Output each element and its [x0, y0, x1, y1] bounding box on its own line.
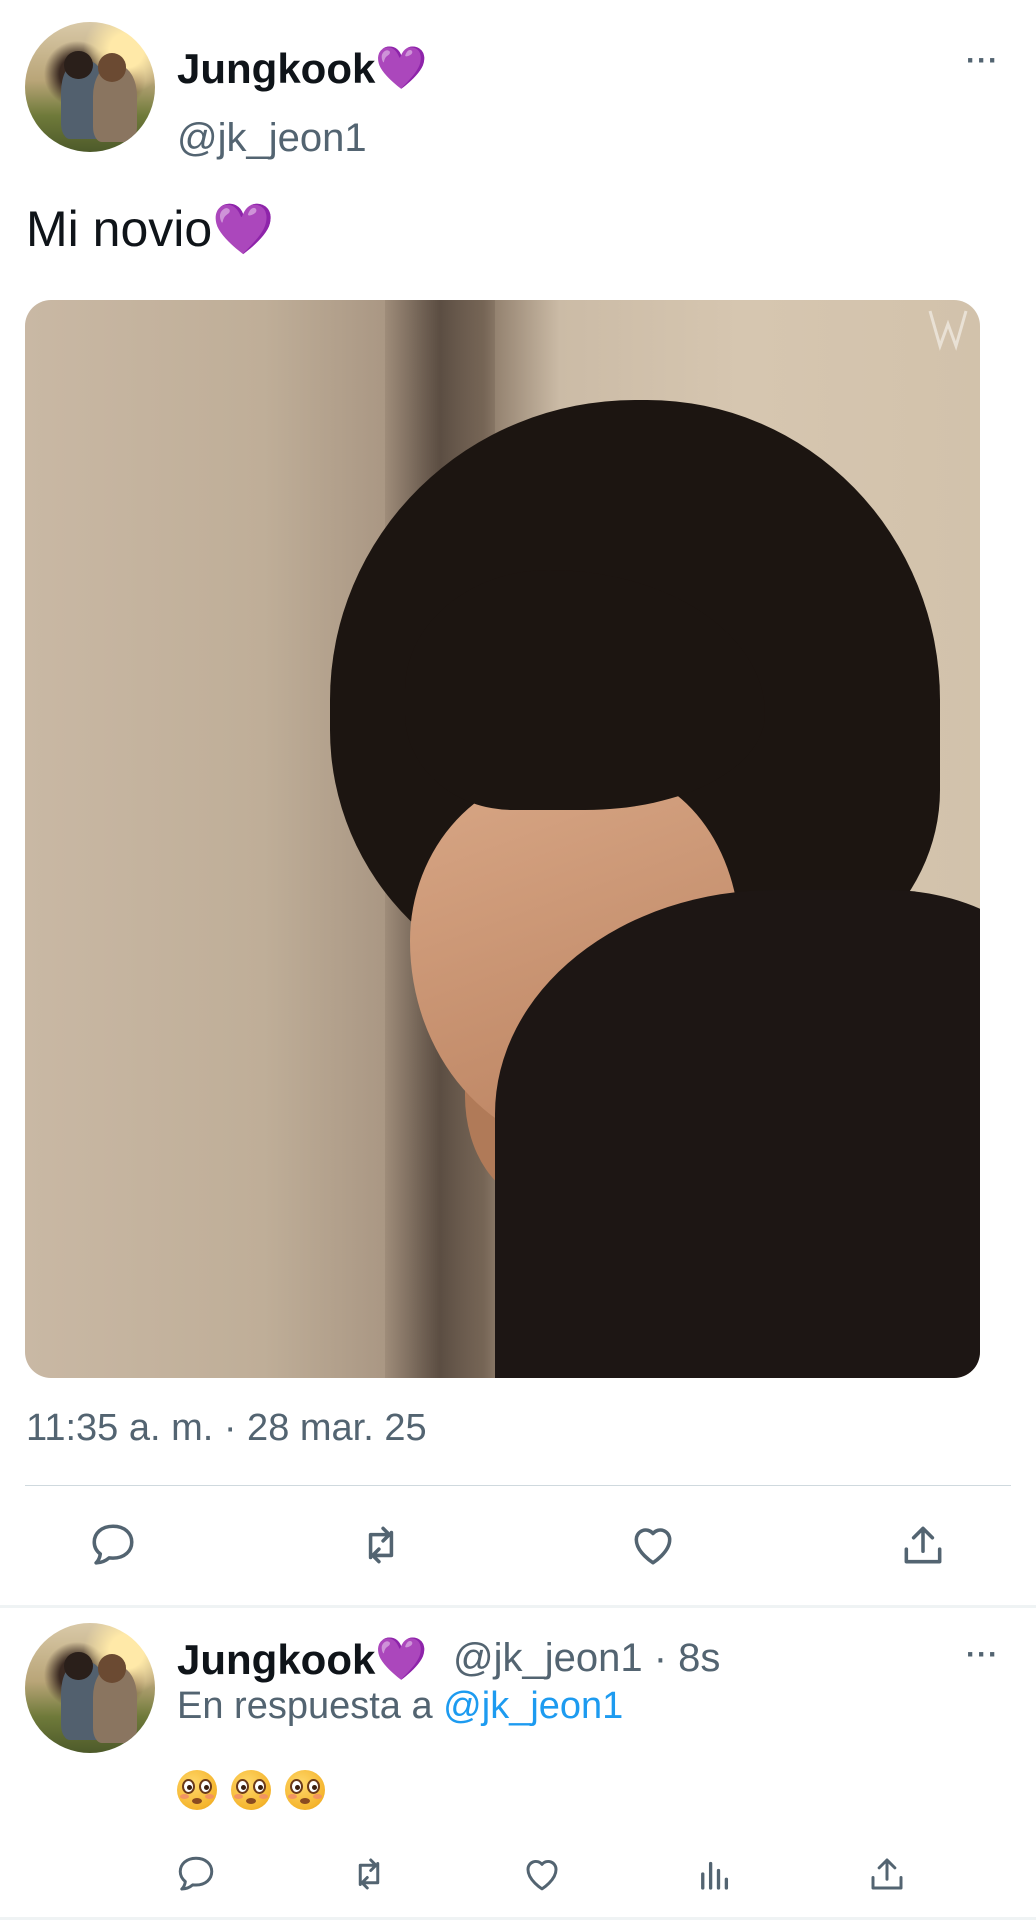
analytics-icon[interactable]: [694, 1853, 736, 1895]
divider: [25, 1485, 1011, 1486]
retweet-icon[interactable]: [356, 1520, 406, 1570]
author-handle[interactable]: @jk_jeon1: [177, 116, 367, 161]
reply-icon[interactable]: [175, 1853, 217, 1895]
reply-author-name-text: Jungkook: [177, 1635, 376, 1683]
flushed-face-emoji: [177, 1770, 217, 1810]
author-name-text: Jungkook: [177, 44, 376, 92]
more-options-icon[interactable]: ···: [966, 44, 999, 78]
purple-heart-emoji: 💜: [375, 44, 428, 91]
watermark-icon: [920, 306, 974, 376]
flushed-face-emoji: [231, 1770, 271, 1810]
like-icon[interactable]: [521, 1853, 563, 1895]
reply-more-options-icon[interactable]: ···: [966, 1638, 999, 1672]
share-icon[interactable]: [866, 1853, 908, 1895]
reply-mention-link[interactable]: @jk_jeon1: [443, 1685, 623, 1727]
purple-heart-emoji: 💜: [375, 1635, 428, 1682]
retweet-icon[interactable]: [348, 1853, 390, 1895]
like-icon[interactable]: [628, 1520, 678, 1570]
share-icon[interactable]: [898, 1520, 948, 1570]
tweet-photo[interactable]: [25, 300, 980, 1378]
reply-context: En respuesta a @jk_jeon1: [177, 1685, 623, 1728]
reply-emoji-row: [177, 1770, 325, 1810]
reply-prefix: En respuesta a: [177, 1685, 444, 1727]
tweet-timestamp[interactable]: 11:35 a. m. · 28 mar. 25: [26, 1407, 427, 1450]
main-tweet: Jungkook 💜 @jk_jeon1 ··· Mi novio💜 11:35 …: [0, 0, 1036, 1605]
author-avatar[interactable]: [25, 22, 155, 152]
reply-author-avatar[interactable]: [25, 1623, 155, 1753]
flushed-face-emoji: [285, 1770, 325, 1810]
reply-handle-time[interactable]: @jk_jeon1 · 8s: [453, 1636, 720, 1681]
tweet-text: Mi novio💜: [26, 201, 275, 257]
reply-icon[interactable]: [88, 1520, 138, 1570]
reply-author-name[interactable]: Jungkook 💜: [177, 1635, 428, 1684]
author-name[interactable]: Jungkook 💜: [177, 44, 428, 93]
